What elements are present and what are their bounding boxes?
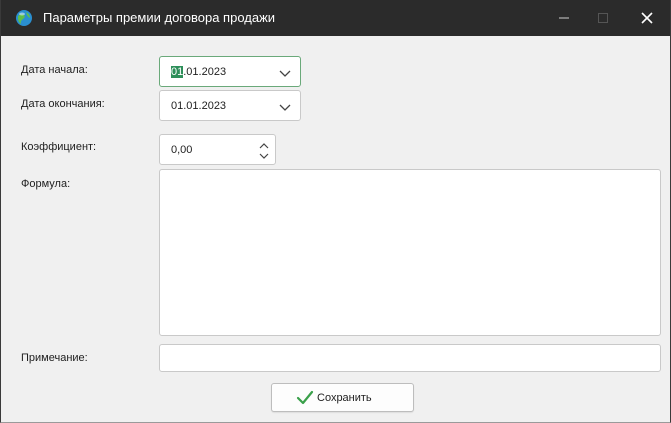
note-label: Примечание: <box>21 352 88 364</box>
maximize-icon <box>598 13 608 23</box>
checkmark-icon <box>296 390 314 405</box>
formula-textarea[interactable] <box>159 169 661 336</box>
chevron-down-icon[interactable] <box>278 66 292 80</box>
app-globe-icon <box>15 9 33 27</box>
note-input[interactable] <box>159 344 661 372</box>
start-date-day-selected: 01 <box>171 66 184 78</box>
start-date-picker[interactable]: 01.01.2023 <box>159 56 301 87</box>
save-button-label: Сохранить <box>317 392 372 404</box>
coefficient-label: Коэффициент: <box>21 141 97 153</box>
spinner-icon[interactable] <box>258 140 270 162</box>
window-title: Параметры премии договора продажи <box>43 10 276 25</box>
formula-label: Формула: <box>21 178 71 190</box>
close-button[interactable] <box>624 0 670 36</box>
start-date-value[interactable]: 01.01.2023 <box>171 66 226 78</box>
start-date-value-rest: .01.2023 <box>183 66 227 78</box>
save-button[interactable]: Сохранить <box>271 383 414 412</box>
close-icon <box>641 12 653 24</box>
coefficient-spinbox[interactable]: 0,00 <box>159 134 276 165</box>
start-date-label: Дата начала: <box>21 64 88 76</box>
end-date-value[interactable]: 01.01.2023 <box>171 100 226 112</box>
coefficient-value[interactable]: 0,00 <box>171 144 192 156</box>
end-date-picker[interactable]: 01.01.2023 <box>159 90 301 121</box>
maximize-button[interactable] <box>583 0 629 36</box>
title-bar[interactable]: Параметры премии договора продажи <box>1 0 670 36</box>
end-date-label: Дата окончания: <box>21 98 105 110</box>
dialog-window: Параметры премии договора продажи Дата н… <box>0 0 671 423</box>
chevron-down-icon[interactable] <box>278 100 292 114</box>
